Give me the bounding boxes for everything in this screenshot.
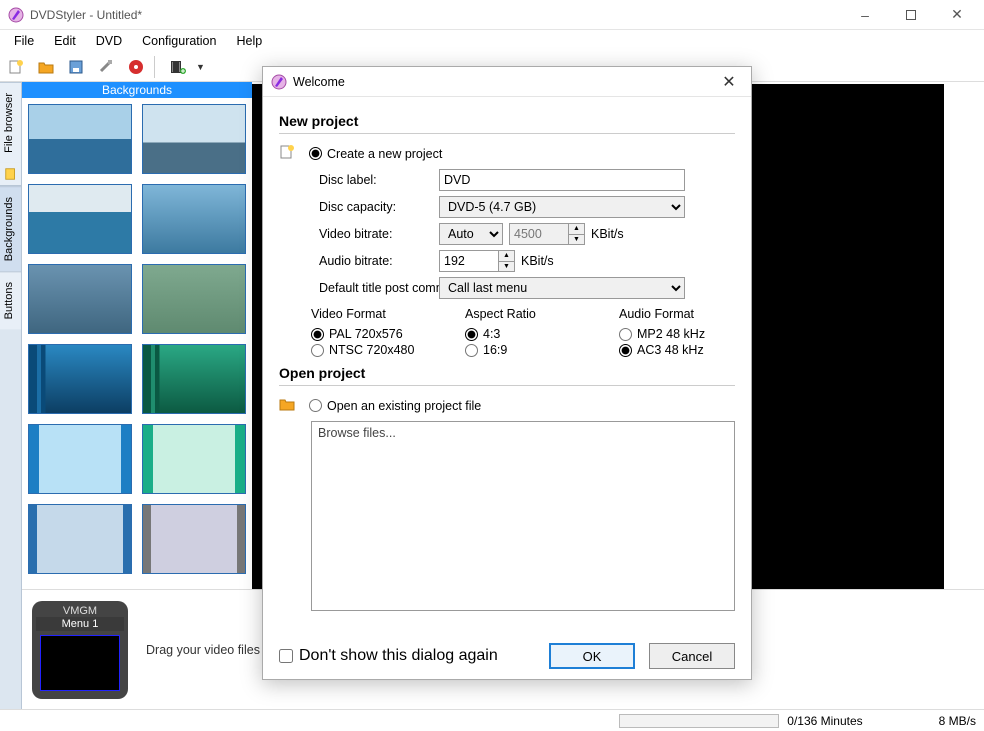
audio-bitrate-spinner[interactable]: ▲▼ <box>499 250 515 272</box>
video-bitrate-label: Video bitrate: <box>279 227 439 241</box>
video-format-heading: Video Format <box>311 307 441 321</box>
menu-edit[interactable]: Edit <box>44 32 86 50</box>
save-icon[interactable] <box>64 55 88 79</box>
video-bitrate-unit: KBit/s <box>591 227 624 241</box>
tab-favorites-icon[interactable] <box>0 163 21 186</box>
video-bitrate-input <box>509 223 569 245</box>
open-project-radio[interactable]: Open an existing project file <box>309 399 481 413</box>
minimize-button[interactable]: – <box>842 1 888 29</box>
disc-capacity-label: Disc capacity: <box>279 200 439 214</box>
video-bitrate-spinner[interactable]: ▲▼ <box>569 223 585 245</box>
menu-help[interactable]: Help <box>226 32 272 50</box>
audio-format-heading: Audio Format <box>619 307 749 321</box>
video-bitrate-mode-select[interactable]: Auto <box>439 223 503 245</box>
tab-buttons[interactable]: Buttons <box>0 271 21 329</box>
audio-ac3-radio[interactable]: AC3 48 kHz <box>619 343 749 357</box>
status-rate: 8 MB/s <box>939 714 976 728</box>
add-file-dropdown[interactable]: ▼ <box>196 62 206 72</box>
menubar: File Edit DVD Configuration Help <box>0 30 984 52</box>
audio-bitrate-unit: KBit/s <box>521 254 554 268</box>
browse-files-item[interactable]: Browse files... <box>318 426 728 440</box>
dont-show-checkbox[interactable]: Don't show this dialog again <box>279 647 535 665</box>
bg-thumb[interactable] <box>28 264 132 334</box>
burn-icon[interactable] <box>124 55 148 79</box>
aspect-43-radio[interactable]: 4:3 <box>465 327 595 341</box>
backgrounds-header: Backgrounds <box>22 82 252 98</box>
aspect-169-radio[interactable]: 16:9 <box>465 343 595 357</box>
status-bar: 0/136 Minutes 8 MB/s <box>0 709 984 731</box>
vmgm-menu-label: Menu 1 <box>36 617 124 631</box>
menu-dvd[interactable]: DVD <box>86 32 132 50</box>
side-tabs: File browser Backgrounds Buttons <box>0 82 22 709</box>
open-icon[interactable] <box>34 55 58 79</box>
bg-thumb[interactable] <box>142 344 246 414</box>
drag-hint: Drag your video files t <box>146 643 267 657</box>
disc-capacity-select[interactable]: DVD-5 (4.7 GB) <box>439 196 685 218</box>
folder-icon <box>279 396 295 412</box>
new-project-heading: New project <box>279 113 735 129</box>
bg-thumb[interactable] <box>28 504 132 574</box>
bg-thumb[interactable] <box>142 264 246 334</box>
bg-thumb[interactable] <box>142 504 246 574</box>
disc-label-label: Disc label: <box>279 173 439 187</box>
post-command-label: Default title post command: <box>279 281 439 295</box>
vmgm-menu-thumb[interactable] <box>40 635 120 691</box>
menu-file[interactable]: File <box>4 32 44 50</box>
video-format-ntsc-radio[interactable]: NTSC 720x480 <box>311 343 441 357</box>
welcome-dialog: Welcome ✕ New project Create a new proje… <box>262 66 752 680</box>
status-minutes: 0/136 Minutes <box>787 714 862 728</box>
vmgm-block[interactable]: VMGM Menu 1 <box>32 601 128 699</box>
cancel-button[interactable]: Cancel <box>649 643 735 669</box>
dialog-title: Welcome <box>293 75 715 89</box>
tab-backgrounds[interactable]: Backgrounds <box>0 186 21 271</box>
bg-thumb[interactable] <box>28 424 132 494</box>
create-project-radio[interactable]: Create a new project <box>309 147 442 161</box>
new-project-small-icon <box>279 144 295 160</box>
bg-thumb[interactable] <box>28 344 132 414</box>
video-format-pal-radio[interactable]: PAL 720x576 <box>311 327 441 341</box>
disc-label-input[interactable] <box>439 169 685 191</box>
bg-thumb[interactable] <box>28 184 132 254</box>
vmgm-label: VMGM <box>36 605 124 617</box>
ok-button[interactable]: OK <box>549 643 635 669</box>
audio-bitrate-label: Audio bitrate: <box>279 254 439 268</box>
new-project-icon[interactable] <box>4 55 28 79</box>
bg-thumb[interactable] <box>142 424 246 494</box>
open-project-heading: Open project <box>279 365 735 381</box>
aspect-ratio-heading: Aspect Ratio <box>465 307 595 321</box>
titlebar: DVDStyler - Untitled* – ✕ <box>0 0 984 30</box>
post-command-select[interactable]: Call last menu <box>439 277 685 299</box>
settings-icon[interactable] <box>94 55 118 79</box>
close-button[interactable]: ✕ <box>934 1 980 29</box>
recent-files-list[interactable]: Browse files... <box>311 421 735 611</box>
tab-file-browser[interactable]: File browser <box>0 82 21 163</box>
audio-bitrate-input[interactable] <box>439 250 499 272</box>
maximize-button[interactable] <box>888 1 934 29</box>
bg-thumb[interactable] <box>28 104 132 174</box>
add-file-icon[interactable] <box>166 55 190 79</box>
window-title: DVDStyler - Untitled* <box>30 8 842 22</box>
dialog-icon <box>271 74 287 90</box>
bg-thumb[interactable] <box>142 104 246 174</box>
menu-configuration[interactable]: Configuration <box>132 32 226 50</box>
bg-thumb[interactable] <box>142 184 246 254</box>
capacity-progress <box>619 714 779 728</box>
dialog-close-button[interactable]: ✕ <box>715 72 743 92</box>
audio-mp2-radio[interactable]: MP2 48 kHz <box>619 327 749 341</box>
app-icon <box>8 7 24 23</box>
